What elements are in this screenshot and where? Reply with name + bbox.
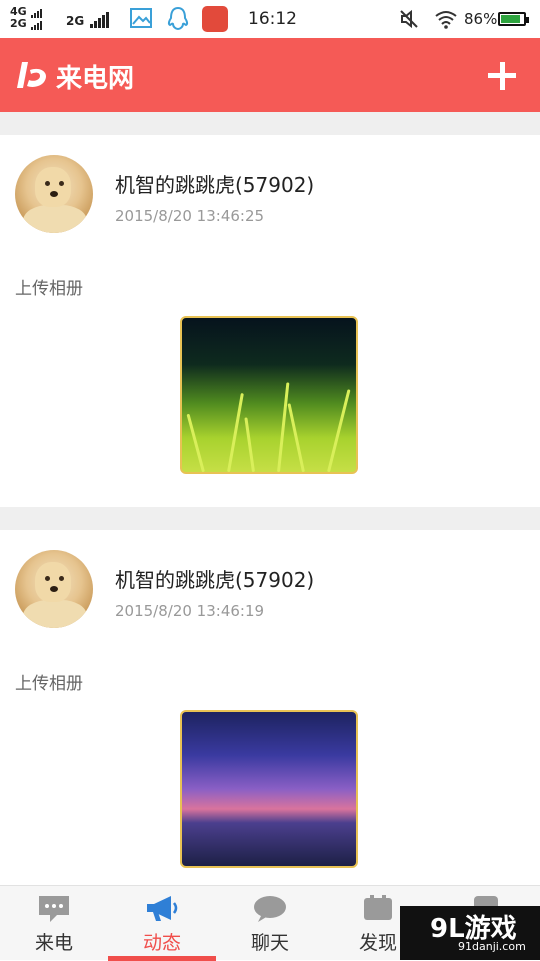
nav-label: 聊天 xyxy=(250,932,289,954)
avatar[interactable] xyxy=(15,550,93,628)
nav-label: 动态 xyxy=(142,932,181,954)
discover-icon xyxy=(364,895,392,920)
avatar[interactable] xyxy=(15,155,93,233)
speech-bubble-icon xyxy=(254,896,286,922)
battery-icon xyxy=(498,12,529,26)
chat-bubble-icon xyxy=(39,896,69,922)
status-bar: 4G 2G 2G 16:12 86% xyxy=(0,0,540,38)
signal-icon: 4G 2G xyxy=(10,6,42,30)
app-header: 来电网 xyxy=(0,38,540,112)
nav-tab-chat[interactable]: 聊天 xyxy=(216,886,324,961)
post-photo[interactable] xyxy=(180,316,358,474)
feed-item[interactable]: 机智的跳跳虎(57902) 2015/8/20 13:46:25 上传相册 xyxy=(0,135,540,507)
post-username[interactable]: 机智的跳跳虎(57902) xyxy=(115,564,314,593)
qq-icon xyxy=(167,6,189,31)
signal-icon: 2G xyxy=(66,12,110,28)
status-time: 16:12 xyxy=(248,9,297,29)
post-action-text: 上传相册 xyxy=(15,279,83,299)
post-timestamp: 2015/8/20 13:46:25 xyxy=(115,207,265,225)
mute-icon xyxy=(400,9,418,29)
active-tab-indicator xyxy=(108,956,216,961)
network-type-label: 2G xyxy=(66,14,85,28)
post-action-text: 上传相册 xyxy=(15,674,83,694)
gallery-icon xyxy=(130,8,152,28)
post-timestamp: 2015/8/20 13:46:19 xyxy=(115,602,265,620)
feed-item[interactable]: 机智的跳跳虎(57902) 2015/8/20 13:46:19 上传相册 xyxy=(0,530,540,885)
wifi-icon xyxy=(435,11,457,29)
megaphone-icon xyxy=(147,896,178,921)
battery-percent: 86% xyxy=(464,10,498,28)
nav-label: 来电 xyxy=(34,932,73,954)
app-title: 来电网 xyxy=(56,64,135,94)
network-type-label: 2G xyxy=(10,17,27,30)
post-photo[interactable] xyxy=(180,710,358,868)
nav-tab-calls[interactable]: 来电 xyxy=(0,886,108,961)
app-icon xyxy=(202,6,228,32)
add-button[interactable] xyxy=(484,58,520,94)
nav-tab-feed[interactable]: 动态 xyxy=(108,886,216,961)
post-username[interactable]: 机智的跳跳虎(57902) xyxy=(115,169,314,198)
feed-list[interactable]: 机智的跳跳虎(57902) 2015/8/20 13:46:25 上传相册 机智… xyxy=(0,112,540,885)
watermark: 9L游戏 91danji.com xyxy=(400,906,540,960)
watermark-url: 91danji.com xyxy=(458,940,526,953)
laidian-logo-icon xyxy=(17,62,47,88)
